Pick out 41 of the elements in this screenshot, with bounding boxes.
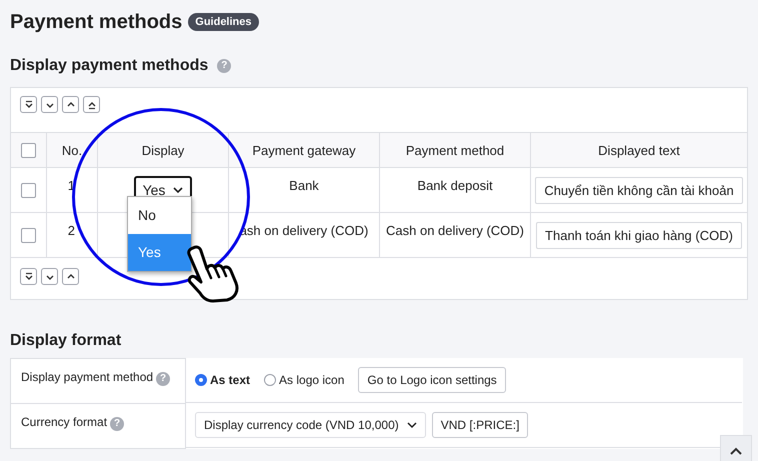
row-number: 2: [68, 223, 75, 238]
chevron-icon: [729, 446, 743, 456]
radio-label: As text: [210, 373, 250, 387]
currency-select[interactable]: Display currency code (VND 10,000): [195, 412, 426, 438]
move-button[interactable]: [62, 268, 79, 285]
input-field[interactable]: Chuyển tiền không cần tài khoản: [535, 176, 743, 204]
chevron-icon: [86, 100, 96, 110]
move-button[interactable]: [20, 96, 37, 113]
checkbox[interactable]: [21, 183, 36, 198]
page-title: Payment methods: [10, 10, 182, 34]
input-field[interactable]: VND [:PRICE:]: [432, 412, 528, 438]
move-button[interactable]: [62, 96, 79, 113]
logo-settings-button[interactable]: Go to Logo icon settings: [358, 367, 506, 393]
move-button[interactable]: [41, 268, 58, 285]
table-cell: Bank deposit: [417, 178, 493, 193]
move-button[interactable]: [41, 96, 58, 113]
checkbox[interactable]: [21, 228, 36, 244]
scroll-top-button[interactable]: [720, 435, 752, 461]
chevron-icon: [24, 100, 34, 110]
radio-button[interactable]: [195, 374, 207, 386]
chevron-icon: [24, 272, 34, 282]
checkbox[interactable]: [21, 143, 36, 158]
field-label: Display payment method: [21, 370, 154, 384]
column-header: No.: [62, 142, 82, 158]
field-label: Currency format: [21, 415, 108, 429]
table-cell: Bank: [289, 178, 319, 193]
move-button[interactable]: [20, 268, 37, 285]
section-title: Display format: [10, 332, 122, 350]
column-header: Display: [142, 142, 184, 158]
section-title: Display payment methods: [10, 56, 208, 74]
caret-icon: [173, 186, 184, 194]
guidelines-badge[interactable]: Guidelines: [188, 13, 259, 31]
column-header: Payment gateway: [252, 142, 356, 158]
move-button[interactable]: [83, 96, 100, 113]
radio-button[interactable]: [264, 374, 276, 386]
table-cell: Cash on delivery (COD): [386, 223, 524, 238]
input-field[interactable]: Thanh toán khi giao hàng (COD): [536, 222, 742, 248]
column-header: Payment method: [406, 142, 504, 158]
column-header: Displayed text: [598, 142, 680, 158]
caret-icon: [406, 421, 417, 429]
radio-label: As logo icon: [279, 373, 344, 387]
